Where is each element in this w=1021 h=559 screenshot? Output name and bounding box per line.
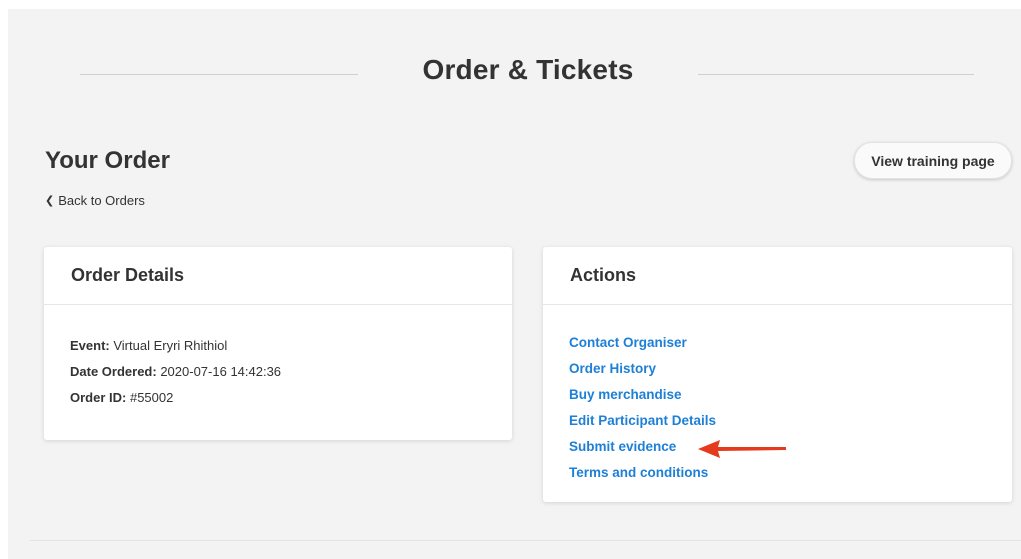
buy-merchandise-link[interactable]: Buy merchandise: [569, 382, 1012, 408]
order-heading: Your Order: [45, 147, 170, 174]
order-id-value: #55002: [129, 390, 174, 405]
event-label: Event:: [70, 338, 110, 353]
order-id-label: Order ID:: [70, 390, 127, 405]
event-row: Event: Virtual Eryri Rhithiol: [70, 333, 512, 359]
order-details-title: Order Details: [44, 247, 512, 305]
date-ordered-label: Date Ordered:: [70, 364, 157, 379]
view-training-page-button[interactable]: View training page: [854, 142, 1012, 179]
header-divider-left: [80, 74, 358, 75]
back-to-orders-link[interactable]: ❮ Back to Orders: [45, 193, 145, 208]
terms-and-conditions-link[interactable]: Terms and conditions: [569, 460, 1012, 486]
contact-organiser-link[interactable]: Contact Organiser: [569, 330, 1012, 356]
order-details-card: Order Details Event: Virtual Eryri Rhith…: [44, 247, 512, 440]
page-background: Order & Tickets Your Order View training…: [8, 9, 1021, 559]
page-title: Order & Tickets: [422, 54, 634, 85]
event-value: Virtual Eryri Rhithiol: [113, 338, 228, 353]
order-details-body: Event: Virtual Eryri Rhithiol Date Order…: [44, 305, 512, 411]
header-divider-right: [698, 74, 974, 75]
red-arrow-icon: [698, 440, 786, 458]
order-id-row: Order ID: #55002: [70, 385, 512, 411]
date-ordered-row: Date Ordered: 2020-07-16 14:42:36: [70, 359, 512, 385]
edit-participant-details-link[interactable]: Edit Participant Details: [569, 408, 1012, 434]
footer-divider: [30, 540, 1021, 541]
chevron-left-icon: ❮: [45, 195, 55, 207]
order-history-link[interactable]: Order History: [569, 356, 1012, 382]
actions-card: Actions Contact Organiser Order History …: [543, 247, 1012, 502]
date-ordered-value: 2020-07-16 14:42:36: [160, 364, 282, 379]
page-header: Order & Tickets: [8, 54, 1021, 94]
back-link-label: Back to Orders: [58, 193, 145, 208]
submit-evidence-link[interactable]: Submit evidence: [569, 434, 1012, 460]
actions-title: Actions: [543, 247, 1012, 305]
